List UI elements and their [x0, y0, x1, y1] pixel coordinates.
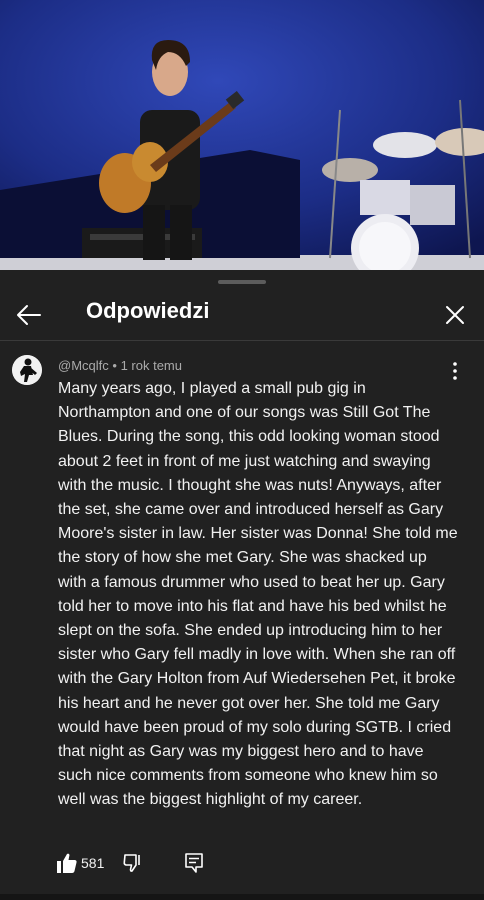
- meta-separator: •: [112, 358, 117, 373]
- thumb-down-icon[interactable]: [123, 853, 143, 873]
- avatar[interactable]: [12, 355, 42, 385]
- comment-text: Many years ago, I played a small pub gig…: [58, 380, 458, 809]
- video-frame: [0, 0, 484, 270]
- like-count: 581: [81, 855, 105, 871]
- comment-author[interactable]: @Mcqlfc: [58, 358, 109, 373]
- comment-meta: @Mcqlfc • 1 rok temu: [58, 358, 182, 373]
- panel-title: Odpowiedzi: [86, 298, 210, 323]
- back-arrow-icon[interactable]: [14, 302, 44, 328]
- close-icon[interactable]: [442, 302, 468, 328]
- video-player[interactable]: [0, 0, 484, 270]
- header-divider: [0, 340, 484, 341]
- reply-icon[interactable]: [184, 852, 204, 874]
- replies-panel: Odpowiedzi @Mcqlfc • 1 rok temu Many yea…: [0, 270, 484, 900]
- bottom-edge: [0, 894, 484, 900]
- thumb-up-icon[interactable]: [56, 852, 78, 874]
- panel-header: Odpowiedzi: [0, 290, 484, 340]
- drag-handle[interactable]: [218, 280, 266, 284]
- comment-time: 1 rok temu: [120, 358, 182, 373]
- comment-actions: 581: [56, 852, 256, 876]
